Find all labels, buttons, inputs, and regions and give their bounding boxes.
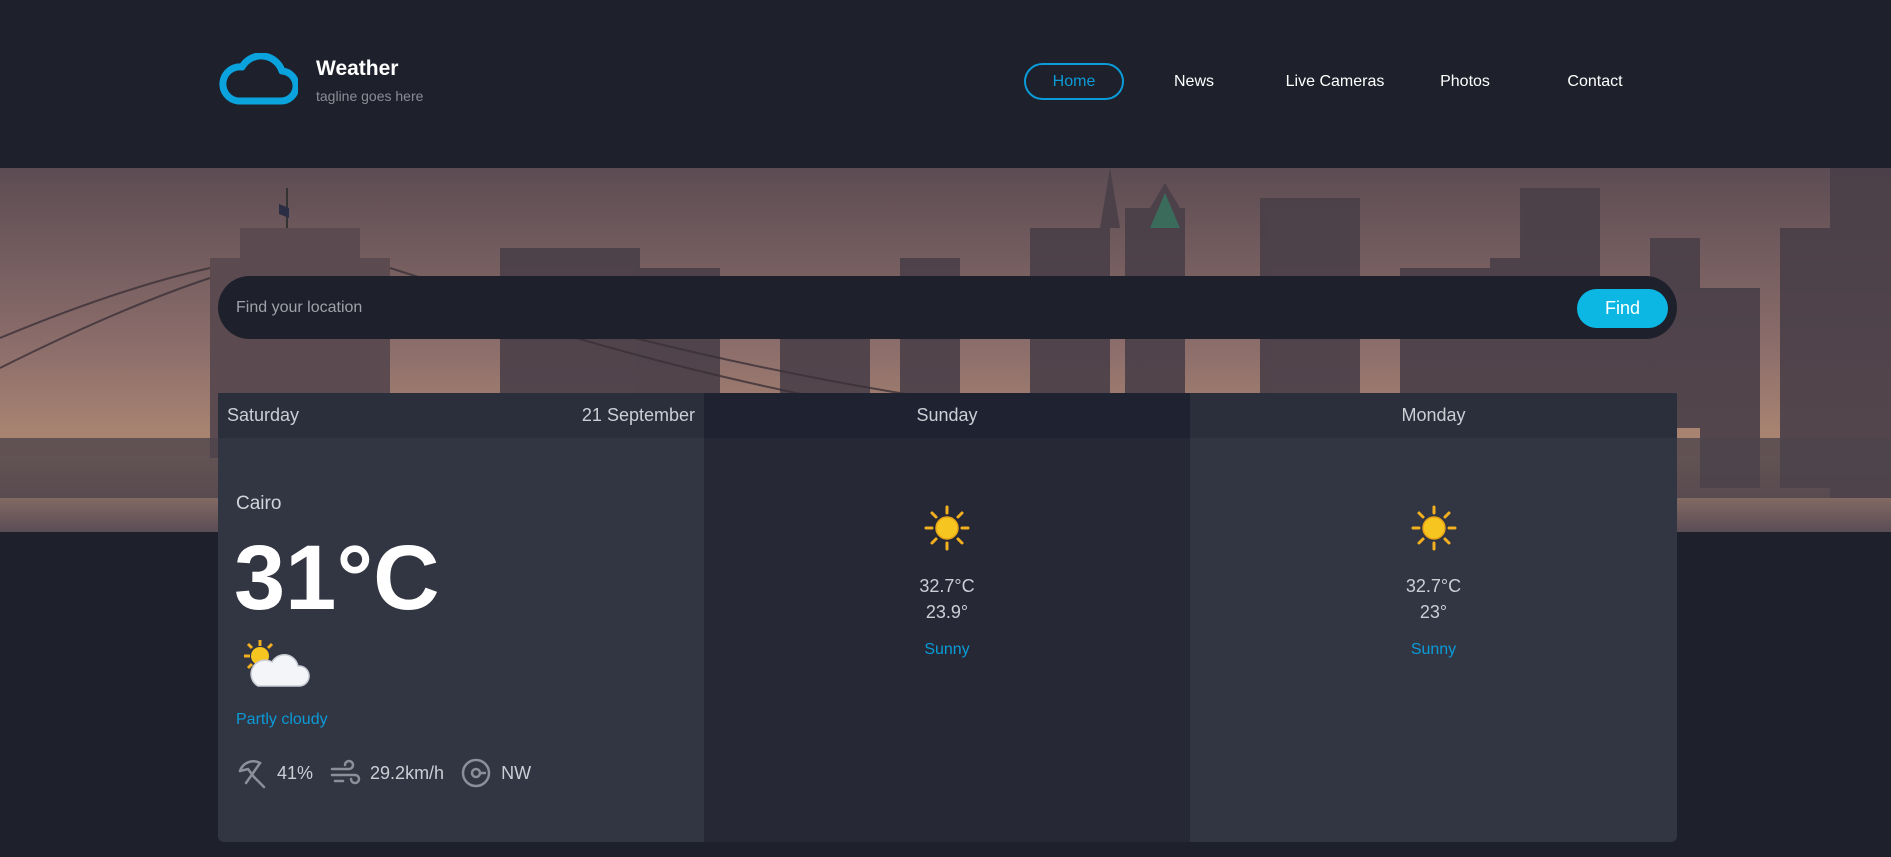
today-date: 21 September xyxy=(581,405,695,425)
forecast-day-name: Sunday xyxy=(704,393,1190,438)
forecast-day-name: Monday xyxy=(1190,393,1677,438)
cloud-icon xyxy=(219,53,298,105)
sun-icon xyxy=(924,505,970,551)
forecast-condition: Sunny xyxy=(1410,641,1457,658)
forecast-low: 23.9° xyxy=(925,602,969,622)
partly-cloudy-icon xyxy=(244,640,310,687)
site-title: Weather xyxy=(316,57,399,80)
wind-direction-value: NW xyxy=(501,762,532,783)
sun-icon xyxy=(1411,505,1456,551)
nav-item-home[interactable]: Home xyxy=(1024,63,1124,100)
current-temperature: 31°C xyxy=(234,527,440,629)
nav-item-contact[interactable]: Contact xyxy=(1558,63,1632,100)
umbrella-icon xyxy=(238,760,266,789)
site-header: Weather tagline goes here Home News Live… xyxy=(0,0,1891,168)
humidity-value: 41% xyxy=(277,762,314,783)
forecast-condition: Sunny xyxy=(924,641,970,658)
brand[interactable]: Weather tagline goes here xyxy=(218,53,423,107)
search-input[interactable] xyxy=(236,276,1536,339)
wind-speed-value: 29.2km/h xyxy=(370,762,445,783)
humidity-stat: 41% xyxy=(236,757,313,789)
nav-item-photos[interactable]: Photos xyxy=(1432,63,1498,100)
forecast-high: 32.7°C xyxy=(1405,576,1462,596)
wind-icon xyxy=(330,759,361,785)
nav-item-news[interactable]: News xyxy=(1160,63,1228,100)
forecast-day-card: Sunday 32.7°C 23.9° Sunny xyxy=(704,393,1190,842)
weather-stats: 41% 29.2km/h NW xyxy=(236,757,547,789)
nav-item-live-cameras[interactable]: Live Cameras xyxy=(1280,63,1390,100)
forecast-low: 23° xyxy=(1419,602,1448,622)
city-name: Cairo xyxy=(236,493,282,514)
current-condition: Partly cloudy xyxy=(236,711,328,728)
today-day: Saturday xyxy=(227,405,300,425)
wind-direction-stat: NW xyxy=(460,757,531,789)
forecast-panel: Saturday 21 September Cairo 31°C Partly … xyxy=(218,393,1677,842)
today-card: Saturday 21 September Cairo 31°C Partly … xyxy=(218,393,704,842)
site-tagline: tagline goes here xyxy=(316,88,424,104)
forecast-day-card: Monday 32.7°C 23° Sunny xyxy=(1190,393,1677,842)
forecast-high: 32.7°C xyxy=(919,576,975,596)
compass-icon xyxy=(461,758,491,788)
wind-stat: 29.2km/h xyxy=(329,757,444,789)
today-header: Saturday 21 September xyxy=(218,393,704,438)
search-bar: Find xyxy=(218,276,1677,339)
find-button[interactable]: Find xyxy=(1577,289,1668,328)
